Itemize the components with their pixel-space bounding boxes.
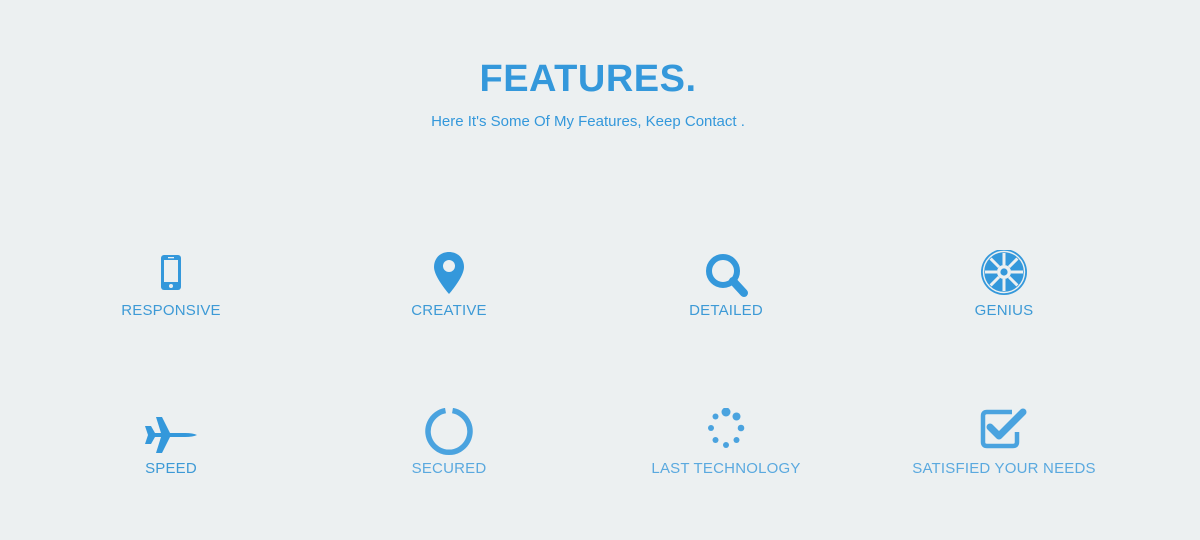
feature-label: SECURED [411,460,487,477]
feature-label: CREATIVE [411,302,487,319]
feature-label: SPEED [145,460,197,477]
mobile-phone-icon [141,250,201,298]
circle-notch-icon [419,408,479,456]
feature-speed[interactable]: SPEED [61,408,281,477]
feature-responsive[interactable]: RESPONSIVE [61,250,281,319]
feature-label: LAST TECHNOLOGY [651,460,801,477]
page-title: FEATURES. [479,58,697,100]
feature-label: DETAILED [689,302,763,319]
feature-last-technology[interactable]: LAST TECHNOLOGY [616,408,836,477]
feature-detailed[interactable]: DETAILED [616,250,836,319]
feature-label: SATISFIED YOUR NEEDS [912,460,1096,477]
feature-genius[interactable]: GENIUS [894,250,1114,319]
fighter-jet-icon [141,408,201,456]
feature-secured[interactable]: SECURED [339,408,559,477]
spinner-icon [696,408,756,456]
feature-label: RESPONSIVE [121,302,221,319]
check-square-icon [974,408,1034,456]
feature-creative[interactable]: CREATIVE [339,250,559,319]
map-marker-icon [419,250,479,298]
page-subtitle: Here It's Some Of My Features, Keep Cont… [431,113,745,130]
imperial-emblem-icon [974,250,1034,298]
magnifier-icon [696,250,756,298]
feature-label: GENIUS [974,302,1034,319]
feature-satisfied-your-needs[interactable]: SATISFIED YOUR NEEDS [894,408,1114,477]
